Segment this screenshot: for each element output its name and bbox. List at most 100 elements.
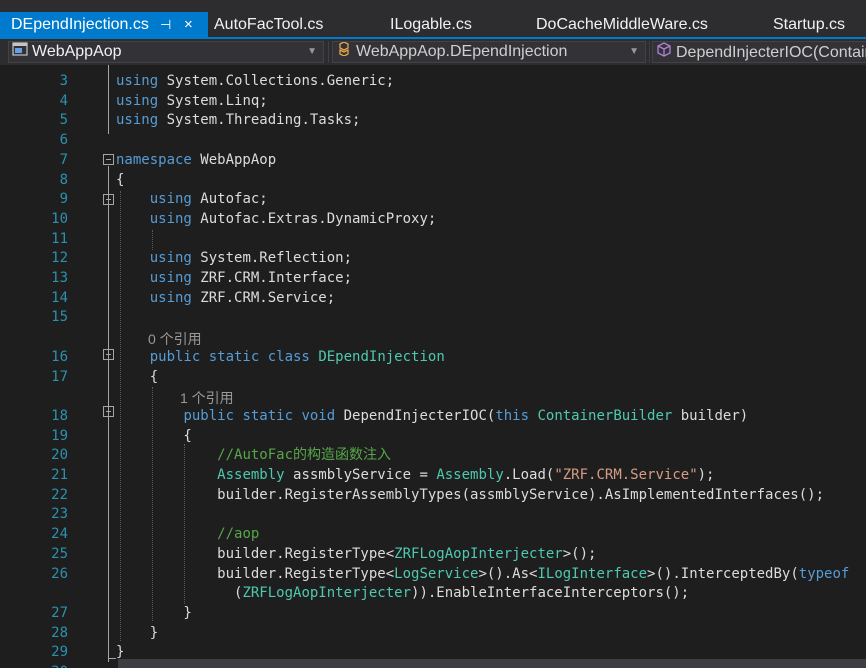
code-line[interactable]: 20 //AutoFac的构造函数注入 (0, 445, 866, 465)
line-number: 14 (51, 289, 68, 306)
code-line[interactable]: 26 builder.RegisterType<LogService>().As… (0, 564, 866, 584)
code-token: LogService (394, 565, 479, 582)
code-line[interactable]: 15 (0, 307, 866, 327)
line-number: 28 (51, 624, 68, 641)
code-line[interactable]: 14 using ZRF.CRM.Service; (0, 288, 866, 308)
code-line[interactable]: 8{ (0, 170, 866, 190)
code-text: } (116, 603, 191, 623)
project-dropdown[interactable]: WebAppAop ▼ (8, 41, 324, 63)
collapse-namespace-icon[interactable] (103, 154, 114, 165)
code-token: assmblyService = (284, 467, 437, 483)
code-text: using ZRF.CRM.Interface; (116, 268, 352, 288)
line-number: 25 (51, 545, 68, 562)
code-token: using (149, 210, 192, 227)
code-line[interactable]: 21 Assembly assmblyService = Assembly.Lo… (0, 465, 866, 485)
code-line[interactable]: 10 using Autofac.Extras.DynamicProxy; (0, 209, 866, 229)
code-line[interactable]: 4 using System.Linq; (0, 91, 866, 111)
code-text: //aop (116, 524, 259, 544)
tab-docachemiddleware[interactable]: DoCacheMiddleWare.cs (536, 12, 708, 38)
code-token: using (116, 112, 159, 129)
code-text: { (116, 170, 124, 190)
code-token: { (116, 368, 159, 385)
code-line[interactable]: 27 } (0, 603, 866, 623)
tab-label: AutoFacTool.cs (214, 16, 324, 33)
code-token: ZRFLogAopInterjecter (394, 545, 563, 562)
code-token: WebAppAop (191, 151, 277, 168)
code-line[interactable]: 18 public static void DependInjecterIOC(… (0, 406, 866, 426)
code-token: ContainerBuilder (537, 407, 673, 424)
code-text: builder.RegisterType<ZRFLogAopInterjecte… (116, 544, 596, 564)
code-token: using (116, 73, 159, 89)
code-line[interactable]: 6 (0, 130, 866, 150)
code-line[interactable]: 5 using System.Threading.Tasks; (0, 110, 866, 130)
code-line[interactable]: 12 using System.Reflection; (0, 248, 866, 268)
code-line[interactable]: 11 (0, 229, 866, 249)
code-line[interactable]: 28 } (0, 623, 866, 643)
code-line[interactable]: 9 using Autofac; (0, 189, 866, 209)
code-token: Assembly (436, 467, 504, 483)
class-icon (336, 42, 352, 62)
line-number: 3 (59, 73, 68, 89)
outline-line (108, 65, 109, 129)
code-token: //AutoFac的构造函数注入 (217, 447, 392, 464)
code-token: >().InterceptedBy( (647, 565, 799, 582)
chevron-down-icon: ▼ (629, 46, 639, 57)
line-number: 5 (59, 112, 68, 129)
code-text: //AutoFac的构造函数注入 (116, 445, 391, 465)
code-token: DependInjecterIOC( (335, 407, 496, 424)
line-number: 13 (51, 270, 68, 286)
code-token: } (116, 644, 125, 661)
code-text: public static void DependInjecterIOC(thi… (116, 406, 748, 426)
code-line[interactable]: 24 //aop (0, 524, 866, 544)
code-token: ( (116, 585, 243, 602)
code-editor[interactable]: 3 using System.Collections.Generic; 4 using… (0, 65, 866, 668)
tab-ilogable[interactable]: ILogable.cs (390, 12, 472, 38)
line-number: 18 (51, 407, 68, 424)
close-icon[interactable]: × (184, 12, 193, 38)
tab-autofactool[interactable]: AutoFacTool.cs (214, 12, 323, 38)
code-line[interactable]: 23 (0, 504, 866, 524)
line-number: 17 (51, 368, 68, 385)
collapse-class-icon[interactable] (103, 349, 114, 360)
line-number: 20 (51, 447, 68, 464)
code-line[interactable]: (ZRFLogAopInterjecter)).EnableInterfaceI… (0, 583, 866, 603)
line-number: 22 (51, 486, 68, 503)
code-token: //aop (217, 526, 260, 543)
indent-guide (152, 230, 153, 250)
nav-separator (328, 41, 329, 63)
horizontal-scrollbar[interactable] (118, 659, 866, 668)
code-token: )).EnableInterfaceInterceptors(); (411, 585, 690, 602)
collapse-usings-icon[interactable] (103, 194, 114, 205)
code-token: builder) (672, 407, 749, 424)
code-line[interactable]: 7 namespace WebAppAop (0, 150, 866, 170)
code-line[interactable]: 3 using System.Collections.Generic; (0, 71, 866, 91)
code-line[interactable]: 25 builder.RegisterType<ZRFLogAopInterje… (0, 544, 866, 564)
code-text: public static class DEpendInjection (116, 347, 445, 367)
tab-startup[interactable]: Startup.cs (773, 12, 845, 38)
code-token: Assembly (217, 467, 285, 483)
code-token: builder.RegisterAssemblyTypes(assmblySer… (116, 486, 825, 503)
line-number: 4 (59, 92, 68, 109)
tab-label: DEpendInjection.cs (11, 16, 149, 33)
code-text: using System.Reflection; (116, 248, 352, 268)
method-icon (656, 42, 672, 62)
collapse-method-icon[interactable] (103, 406, 114, 417)
code-line[interactable]: 16 public static class DEpendInjection (0, 347, 866, 367)
code-text: using System.Threading.Tasks; (116, 110, 360, 130)
code-token: using (149, 270, 192, 286)
pin-icon[interactable]: ⊣ (160, 12, 171, 38)
code-text: using Autofac.Extras.DynamicProxy; (116, 209, 437, 229)
code-token: builder.RegisterType< (116, 565, 395, 582)
code-line[interactable]: 22 builder.RegisterAssemblyTypes(assmbly… (0, 485, 866, 505)
member-dropdown[interactable]: DependInjecterIOC(ContainerBuilder build… (652, 41, 866, 63)
code-line[interactable]: 13 using ZRF.CRM.Interface; (0, 268, 866, 288)
type-dropdown[interactable]: WebAppAop.DEpendInjection ▼ (332, 41, 646, 63)
code-token: ILogInterface (537, 565, 648, 582)
code-line[interactable]: 19 { (0, 426, 866, 446)
code-line[interactable]: 17 { (0, 367, 866, 387)
tab-depend-injection[interactable]: DEpendInjection.cs ⊣ × (0, 12, 208, 38)
